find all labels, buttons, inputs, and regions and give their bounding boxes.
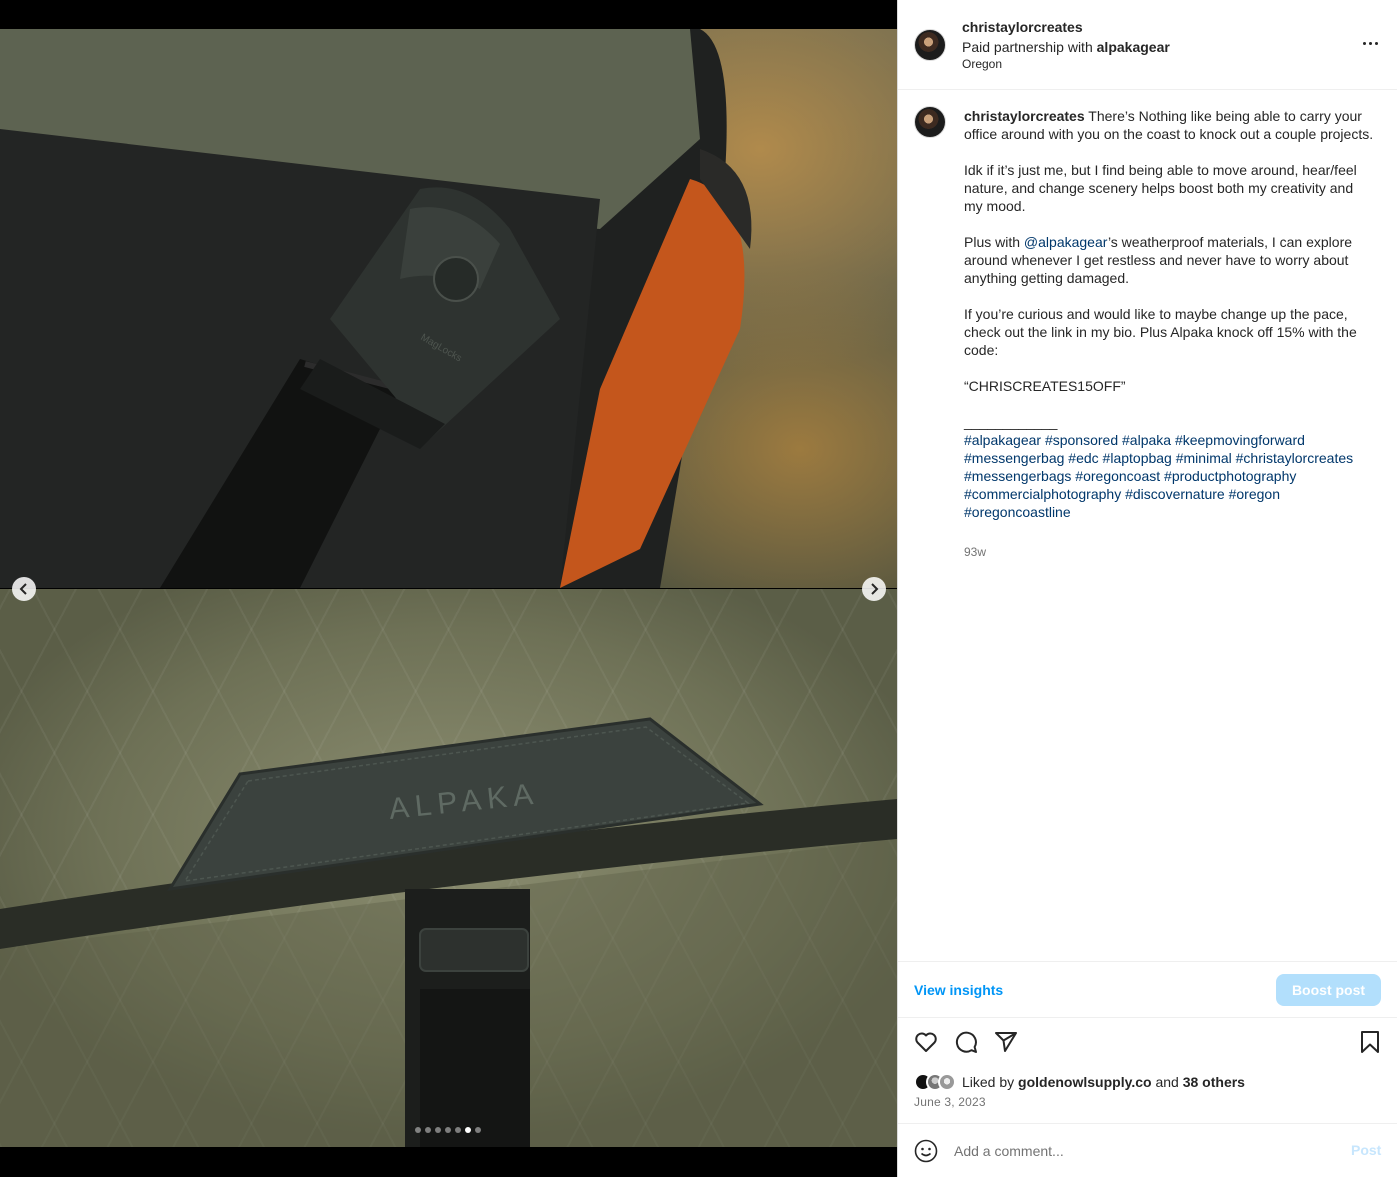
hashtag-link[interactable]: #sponsored [1045,432,1118,448]
previous-photo-button[interactable] [12,577,36,601]
paid-partnership-label: Paid partnership with alpakagear [962,39,1170,55]
chevron-right-icon [871,583,879,595]
more-horizontal-icon [1362,41,1366,45]
hashtag-link[interactable]: #discovernature [1125,486,1225,502]
carousel-indicator [415,1127,481,1133]
hashtag-link[interactable]: #messengerbags [964,468,1071,484]
liker-avatar [938,1073,956,1091]
hashtag-list: #alpakagear #sponsored #alpaka #keepmovi… [964,432,1357,520]
caption-body-1: There’s Nothing like being able to carry… [964,108,1374,250]
photo-patch: ALPAKA [0,589,897,1147]
partner-username[interactable]: alpakagear [1097,39,1170,55]
comment-input[interactable] [954,1141,1334,1161]
comment-button[interactable] [954,1030,980,1056]
chevron-left-icon [19,583,27,595]
carousel-dot [435,1127,441,1133]
buckle-illustration: MagLocks [0,29,752,588]
likes-others-link[interactable]: 38 others [1183,1074,1245,1090]
carousel-dot [475,1127,481,1133]
patch-illustration: ALPAKA [0,717,897,1147]
carousel-dot-active [465,1127,471,1133]
partnership-prefix: Paid partnership with [962,39,1097,55]
comment-composer: Post [898,1123,1397,1177]
media-viewer: MagLocks ALPAKA [0,0,897,1177]
hashtag-link[interactable]: #minimal [1176,450,1232,466]
photo-buckle: MagLocks [0,29,897,588]
hashtag-link[interactable]: #laptopbag [1103,450,1172,466]
more-options-button[interactable] [1358,36,1382,50]
heart-icon [915,1032,937,1052]
comment-icon [955,1031,977,1053]
hashtag-link[interactable]: #commercialphotography [964,486,1121,502]
carousel-dot [425,1127,431,1133]
caption-body-2: ’s weatherproof materials, I can explore… [964,234,1357,430]
hashtag-link[interactable]: #keepmovingforward [1175,432,1305,448]
carousel-dot [415,1127,421,1133]
post-comment-button[interactable]: Post [1351,1142,1381,1158]
view-insights-link[interactable]: View insights [914,982,1003,998]
boost-post-button[interactable]: Boost post [1276,974,1381,1006]
emoji-icon [914,1139,938,1163]
hashtag-link[interactable]: #edc [1068,450,1098,466]
hashtag-link[interactable]: #oregoncoast [1075,468,1160,484]
post-details-pane: christaylorcreates Paid partnership with… [897,0,1397,1177]
emoji-button[interactable] [914,1139,938,1163]
like-button[interactable] [914,1030,940,1056]
caption-timestamp[interactable]: 93w [964,545,986,559]
post-date[interactable]: June 3, 2023 [914,1095,986,1109]
partner-mention-link[interactable]: @alpakagear [1024,234,1108,250]
share-button[interactable] [994,1030,1020,1056]
likes-summary: Liked by goldenowlsupply.co and 38 other… [914,1072,1245,1092]
author-username[interactable]: christaylorcreates [962,19,1083,35]
caption-username[interactable]: christaylorcreates [964,108,1085,124]
caption-avatar[interactable] [914,106,946,138]
hashtag-link[interactable]: #alpaka [1122,432,1171,448]
hashtag-link[interactable]: #oregon [1229,486,1280,502]
share-icon [995,1032,1017,1052]
next-photo-button[interactable] [862,577,886,601]
carousel-dot [455,1127,461,1133]
carousel-dot [445,1127,451,1133]
caption-text: christaylorcreates There’s Nothing like … [964,107,1374,521]
liker-username[interactable]: goldenowlsupply.co [1018,1074,1152,1090]
post-location[interactable]: Oregon [962,57,1002,71]
hashtag-link[interactable]: #alpakagear [964,432,1041,448]
hashtag-link[interactable]: #christaylorcreates [1236,450,1354,466]
hashtag-link[interactable]: #oregoncoastline [964,504,1071,520]
likes-text: Liked by goldenowlsupply.co and 38 other… [962,1074,1245,1090]
post-header: christaylorcreates Paid partnership with… [898,0,1397,90]
bookmark-icon [1361,1031,1379,1053]
post-dialog: MagLocks ALPAKA christaylorcreates Paid … [0,0,1397,1177]
save-button[interactable] [1358,1030,1384,1056]
action-bar [898,1030,1397,1058]
hashtag-link[interactable]: #productphotography [1164,468,1296,484]
author-avatar[interactable] [914,29,946,61]
hashtag-link[interactable]: #messengerbag [964,450,1064,466]
insights-bar: View insights Boost post [898,961,1397,1018]
